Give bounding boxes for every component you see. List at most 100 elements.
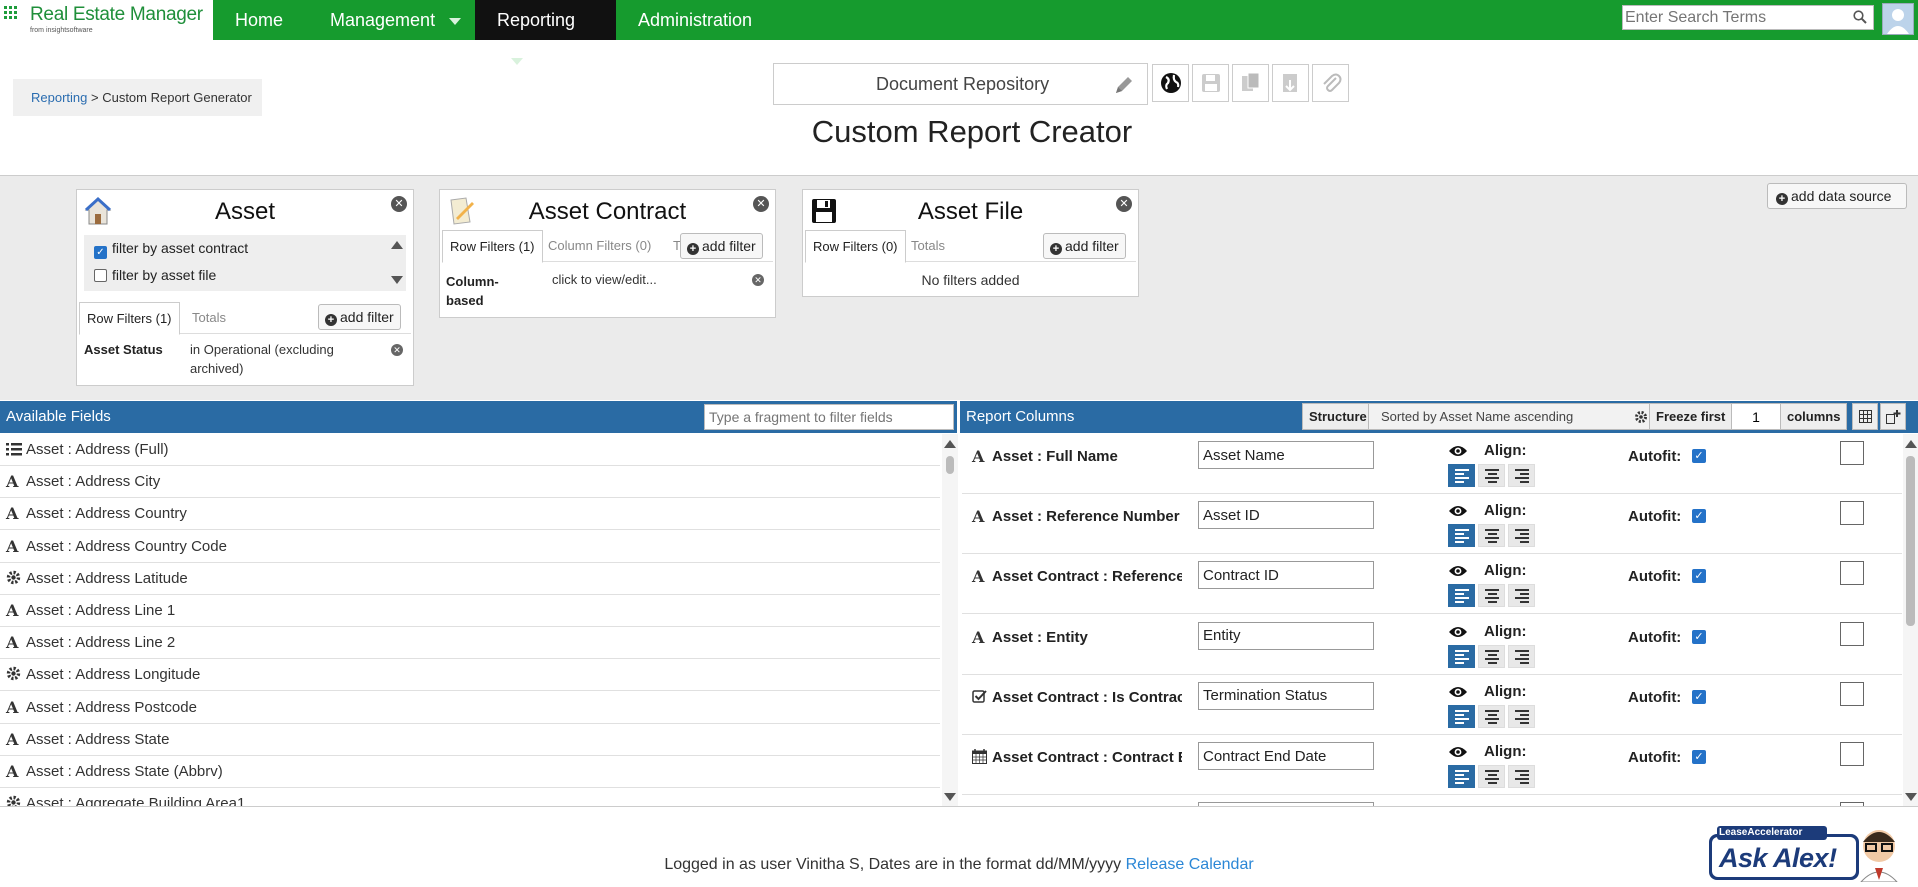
align-left-button[interactable] [1448, 704, 1475, 728]
eye-icon[interactable] [1448, 444, 1468, 463]
copy-button[interactable] [1232, 64, 1269, 102]
column-field-label[interactable]: Asset Contract : Is Contract [992, 689, 1182, 709]
sort-order-field[interactable]: Sorted by Asset Name ascending [1368, 403, 1654, 430]
autofit-checkbox[interactable]: ✓ [1692, 569, 1706, 584]
close-icon[interactable]: ✕ [391, 196, 407, 212]
autofit-checkbox[interactable]: ✓ [1692, 449, 1706, 463]
select-row-checkbox[interactable] [1840, 501, 1864, 526]
field-filter-input[interactable] [704, 404, 954, 430]
autofit-checkbox[interactable]: ✓ [1692, 689, 1706, 704]
align-left-button[interactable] [1448, 644, 1475, 668]
ask-alex-widget[interactable]: LeaseAccelerator Ask Alex! [1707, 824, 1901, 883]
remove-filter-icon[interactable]: ✕ [752, 274, 764, 286]
align-center-button[interactable] [1478, 704, 1505, 728]
scroll-down-arrow[interactable] [1905, 793, 1917, 801]
release-calendar-link[interactable]: Release Calendar [1126, 856, 1254, 873]
select-row-checkbox[interactable] [1840, 561, 1864, 586]
apps-grid-icon[interactable] [4, 6, 20, 20]
search-icon[interactable] [1853, 10, 1867, 24]
nav-reporting[interactable]: Reporting [475, 0, 616, 65]
eye-icon[interactable] [1448, 745, 1468, 764]
column-field-label[interactable]: Asset : Full Name [992, 448, 1182, 468]
columns-scrollbar[interactable] [1903, 434, 1918, 806]
add-filter-button[interactable]: + add filter [680, 233, 763, 259]
column-heading-input[interactable] [1198, 742, 1374, 770]
align-right-button[interactable] [1508, 524, 1535, 548]
tab-column-filters[interactable]: Column Filters (0) [541, 230, 658, 262]
column-field-label[interactable]: Asset : Reference Number [992, 508, 1182, 528]
add-data-source-button[interactable]: + add data source [1767, 183, 1907, 209]
autofit-checkbox[interactable]: ✓ [1692, 750, 1706, 764]
scroll-up-arrow[interactable] [1905, 440, 1917, 448]
tab-row-filters[interactable]: Row Filters (0) [805, 230, 906, 263]
select-row-checkbox[interactable] [1840, 742, 1864, 766]
table-view-button[interactable] [1852, 403, 1878, 430]
select-row-checkbox[interactable] [1840, 681, 1864, 706]
align-left-button[interactable] [1448, 584, 1475, 608]
column-heading-input[interactable] [1198, 621, 1374, 650]
pencil-icon[interactable] [1113, 74, 1135, 96]
tab-totals[interactable]: Totals [904, 230, 952, 262]
scroll-up-arrow[interactable] [391, 241, 403, 249]
align-right-button[interactable] [1508, 765, 1535, 788]
gear-icon[interactable] [1634, 410, 1648, 424]
nav-management[interactable]: Management [308, 0, 483, 40]
avatar[interactable] [1882, 3, 1914, 35]
close-icon[interactable]: ✕ [753, 196, 769, 212]
column-field-label[interactable]: Asset Contract : Contract End [992, 749, 1182, 769]
column-heading-input[interactable] [1198, 681, 1374, 710]
join-option-contract[interactable]: ✓ filter by asset contract [94, 240, 248, 259]
remove-filter-icon[interactable]: ✕ [391, 344, 403, 356]
align-center-button[interactable] [1478, 644, 1505, 668]
nav-home[interactable]: Home [213, 0, 305, 40]
eye-icon[interactable] [1448, 564, 1468, 583]
add-filter-button[interactable]: + add filter [1043, 233, 1126, 259]
eye-icon[interactable] [1448, 504, 1468, 523]
align-right-button[interactable] [1508, 644, 1535, 668]
add-filter-button[interactable]: + add filter [318, 304, 401, 330]
align-center-button[interactable] [1478, 524, 1505, 548]
filter-value[interactable]: in Operational (excluding archived) [190, 340, 360, 378]
align-center-button[interactable] [1478, 765, 1505, 788]
select-row-checkbox[interactable] [1840, 441, 1864, 465]
align-left-button[interactable] [1448, 524, 1475, 548]
globe-button[interactable] [1152, 64, 1189, 102]
attach-button[interactable] [1312, 64, 1349, 102]
column-heading-input[interactable] [1198, 441, 1374, 469]
align-center-button[interactable] [1478, 584, 1505, 608]
eye-icon[interactable] [1448, 685, 1468, 704]
align-right-button[interactable] [1508, 704, 1535, 728]
scroll-down-arrow[interactable] [391, 276, 403, 284]
align-left-button[interactable] [1448, 765, 1475, 788]
app-logo[interactable]: Real Estate Manager from insightsoftware [0, 0, 212, 40]
checkbox-checked[interactable]: ✓ [94, 246, 107, 259]
column-field-label[interactable]: Asset Contract : Reference [992, 568, 1182, 588]
filter-value[interactable]: click to view/edit... [552, 270, 657, 289]
add-column-button[interactable] [1880, 403, 1906, 430]
nav-administration[interactable]: Administration [616, 0, 774, 40]
structure-button[interactable]: Structure [1302, 403, 1374, 430]
tab-row-filters[interactable]: Row Filters (1) [79, 302, 180, 335]
column-field-label[interactable]: Asset : Entity [992, 629, 1182, 649]
eye-icon[interactable] [1448, 625, 1468, 644]
align-right-button[interactable] [1508, 464, 1535, 487]
document-repository-field[interactable]: Document Repository [773, 63, 1148, 105]
tab-row-filters[interactable]: Row Filters (1) [442, 230, 543, 263]
close-icon[interactable]: ✕ [1116, 196, 1132, 212]
select-row-checkbox[interactable] [1840, 621, 1864, 646]
checkbox-unchecked[interactable] [94, 269, 107, 282]
align-left-button[interactable] [1448, 464, 1475, 487]
export-button[interactable] [1272, 64, 1309, 102]
freeze-count-input[interactable] [1731, 403, 1781, 430]
save-button[interactable] [1192, 64, 1229, 102]
breadcrumb-reporting-link[interactable]: Reporting [31, 90, 87, 105]
column-heading-input[interactable] [1198, 501, 1374, 530]
tab-totals[interactable]: Totals [185, 302, 233, 334]
autofit-checkbox[interactable]: ✓ [1692, 629, 1706, 644]
autofit-checkbox[interactable]: ✓ [1692, 509, 1706, 524]
join-option-file[interactable]: filter by asset file [94, 267, 216, 283]
search-input[interactable] [1625, 6, 1845, 29]
column-heading-input[interactable] [1198, 561, 1374, 590]
scrollbar-thumb[interactable] [1906, 456, 1915, 626]
align-center-button[interactable] [1478, 464, 1505, 487]
